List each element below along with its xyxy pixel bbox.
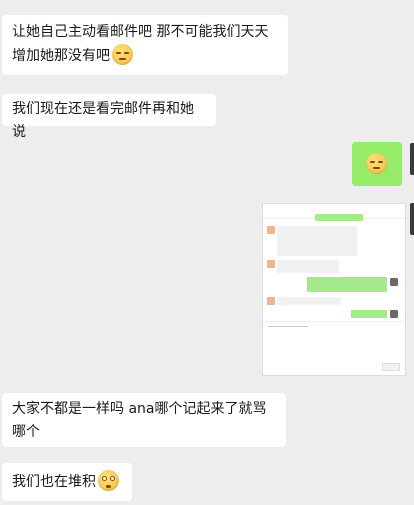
message-bubble[interactable]: 我们也在堆积 [2, 463, 132, 501]
message-bubble[interactable]: 大家不都是一样吗 ana哪个记起来了就骂哪个 [2, 393, 286, 447]
thumb-avatar [267, 260, 275, 268]
thumb-bubble [315, 214, 363, 221]
thumb-avatar [267, 226, 275, 234]
message-bubble[interactable]: 让她自己主动看邮件吧 那不可能我们天天增加她那没有吧 [2, 15, 288, 75]
image-message[interactable] [262, 203, 406, 376]
flushed-emoji-icon [98, 470, 119, 491]
outgoing-emoji-message[interactable] [352, 142, 402, 186]
my-avatar[interactable] [410, 203, 414, 235]
divider [263, 321, 405, 322]
message-text: 让她自己主动看邮件吧 那不可能我们天天增加她那没有吧 [12, 24, 269, 64]
grimace-emoji-icon [366, 153, 387, 174]
thumb-bubble [307, 277, 387, 292]
thumb-bubble [277, 297, 341, 305]
message-text: 我们也在堆积 [12, 474, 96, 490]
thumb-avatar [390, 278, 398, 286]
message-bubble[interactable]: 我们现在还是看完邮件再和她说 [2, 94, 216, 140]
send-button [382, 363, 400, 371]
thumb-avatar [267, 297, 275, 305]
thumb-bubble [277, 260, 339, 273]
thumb-bubble [351, 310, 387, 318]
message-text: 大家不都是一样吗 ana哪个记起来了就骂哪个 [12, 401, 267, 440]
my-avatar[interactable] [410, 143, 414, 175]
grimace-emoji-icon [112, 44, 133, 65]
message-text: 我们现在还是看完邮件再和她说 [12, 101, 194, 140]
toolbar-icons [268, 326, 308, 327]
thumb-bubble [277, 226, 357, 256]
thumb-avatar [390, 310, 398, 318]
